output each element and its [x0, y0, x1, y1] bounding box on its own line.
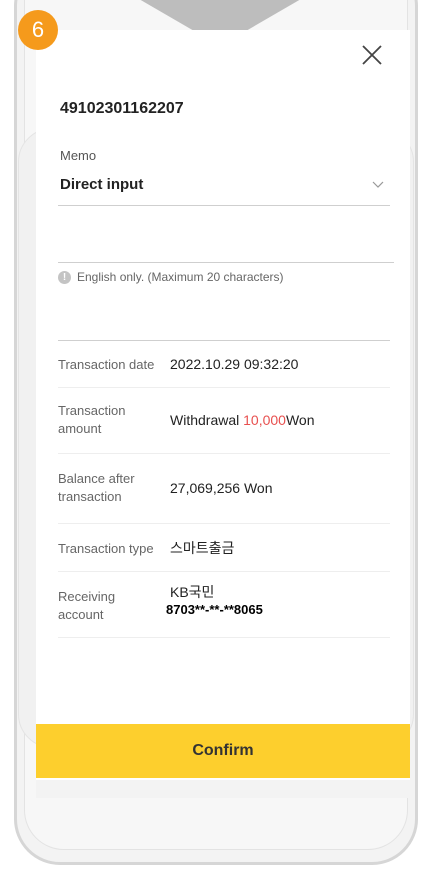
amount-suffix: Won	[285, 412, 315, 428]
chevron-down-icon	[372, 181, 384, 188]
detail-row-transaction-amount: Transaction amount Withdrawal 10,000Won	[58, 388, 390, 454]
detail-value: 스마트출금	[170, 540, 235, 556]
detail-value: Withdrawal 10,000Won	[170, 412, 315, 428]
detail-label: Receiving account	[58, 589, 116, 622]
info-icon: !	[58, 270, 71, 284]
account-number: 49102301162207	[60, 100, 184, 117]
memo-hint: ! English only. (Maximum 20 characters)	[58, 270, 284, 284]
detail-row-balance: Balance after transaction 27,069,256 Won	[58, 454, 390, 524]
memo-select[interactable]: Direct input	[58, 170, 390, 206]
step-badge: 6	[18, 10, 58, 50]
receiving-account-number: 8703**-**-**8065	[166, 602, 263, 617]
close-icon[interactable]	[361, 44, 383, 66]
detail-row-transaction-type: Transaction type 스마트출금	[58, 524, 390, 572]
home-area	[36, 780, 410, 798]
memo-select-value: Direct input	[60, 176, 144, 193]
detail-value: 27,069,256 Won	[170, 480, 273, 496]
detail-row-transaction-date: Transaction date 2022.10.29 09:32:20	[58, 342, 390, 388]
divider	[58, 340, 390, 341]
detail-row-receiving-account: Receiving account KB국민 8703**-**-**8065	[58, 572, 390, 638]
transaction-detail-sheet: 49102301162207 Memo Direct input ! Engli…	[36, 30, 410, 780]
receiving-bank: KB국민	[170, 584, 215, 600]
detail-label: Transaction type	[58, 541, 154, 556]
amount-prefix: Withdrawal	[170, 412, 240, 428]
detail-value: 2022.10.29 09:32:20	[170, 356, 299, 372]
detail-label: Balance after transaction	[58, 471, 135, 504]
memo-input[interactable]	[58, 226, 394, 263]
amount-value: 10,000	[243, 412, 286, 428]
detail-label: Transaction amount	[58, 403, 126, 436]
confirm-button[interactable]: Confirm	[36, 724, 410, 778]
detail-label: Transaction date	[58, 357, 155, 372]
memo-label: Memo	[60, 148, 97, 163]
memo-hint-text: English only. (Maximum 20 characters)	[77, 270, 284, 284]
